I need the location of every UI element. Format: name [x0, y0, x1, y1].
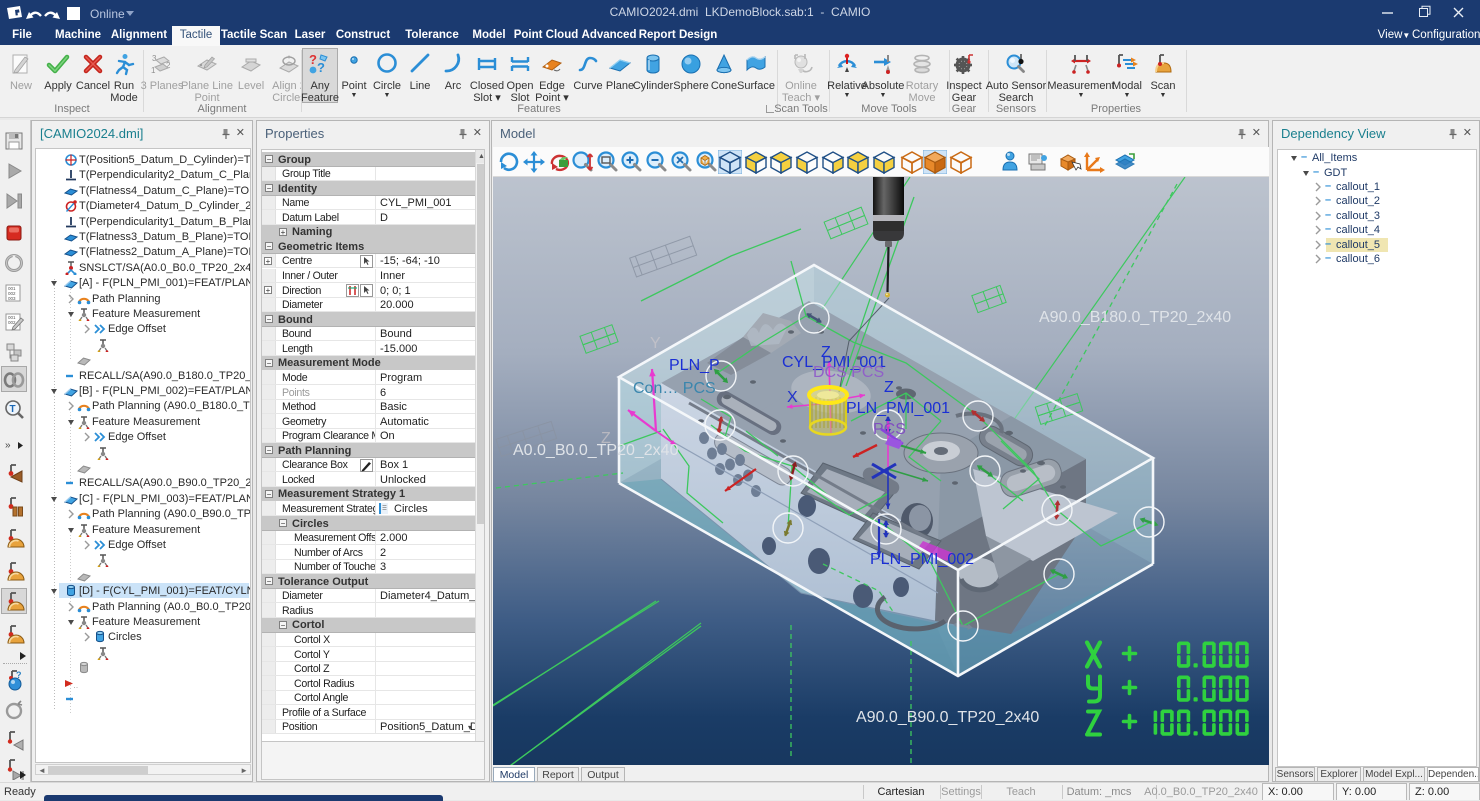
svg-text:T: T	[10, 404, 16, 415]
svg-text:PCS: PCS	[873, 421, 906, 438]
svg-text:?: ?	[309, 52, 317, 67]
svg-text:…>: …>	[73, 681, 78, 690]
svg-text:?: ?	[16, 670, 22, 680]
svg-text:X: X	[787, 389, 798, 406]
svg-text:3: 3	[152, 54, 157, 63]
svg-text:A0.0_B0.0_TP20_2x40: A0.0_B0.0_TP20_2x40	[513, 442, 679, 459]
svg-text:?: ?	[317, 60, 325, 75]
svg-text:PLN_PMI_002: PLN_PMI_002	[870, 551, 974, 568]
svg-text:002: 002	[8, 320, 16, 325]
svg-text:Y: Y	[650, 335, 661, 352]
svg-text:003: 003	[8, 296, 16, 301]
svg-text:PLN_PMI_001: PLN_PMI_001	[846, 400, 950, 417]
svg-text:Z: Z	[821, 344, 831, 361]
svg-text:A90.0_B180.0_TP20_2x40: A90.0_B180.0_TP20_2x40	[1039, 309, 1231, 326]
svg-text:A90.0_B90.0_TP20_2x40: A90.0_B90.0_TP20_2x40	[856, 709, 1039, 726]
svg-text:Con… PCS: Con… PCS	[633, 380, 716, 397]
svg-text:DCS PCS: DCS PCS	[813, 364, 884, 381]
svg-text:»: »	[5, 440, 11, 451]
svg-text:Z: Z	[884, 379, 894, 396]
svg-text:PLN_P: PLN_P	[669, 357, 720, 374]
